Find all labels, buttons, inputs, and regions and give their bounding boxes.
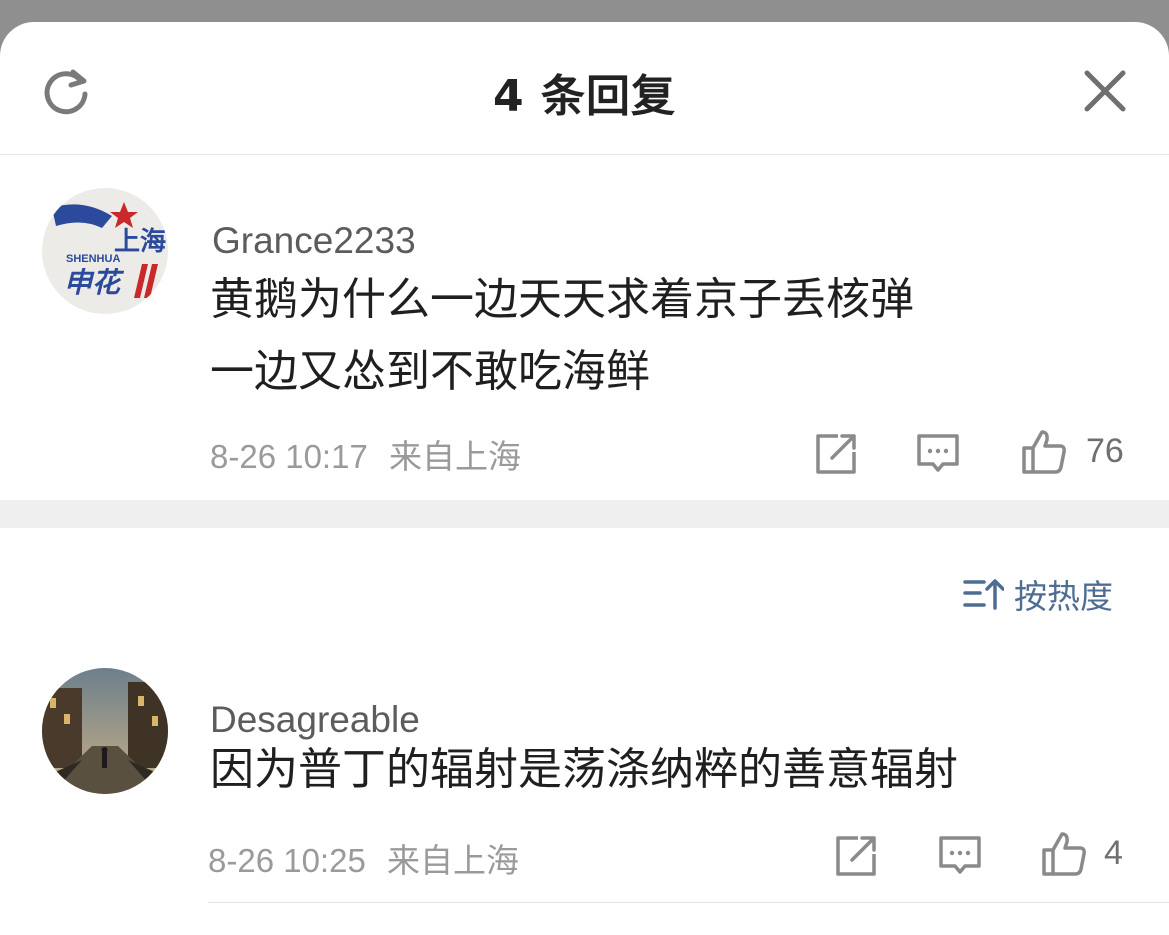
like-count: 76 [1086,432,1124,470]
svg-text:SHENHUA: SHENHUA [66,253,120,265]
reply-share-icon[interactable] [834,834,878,878]
reply-location: 来自上海 [386,842,519,879]
reply-timestamp: 8-26 10:25 [208,842,366,879]
svg-text:上海: 上海 [114,227,166,257]
sort-by-hot-button[interactable]: 按热度 [962,572,1113,616]
sort-icon [963,579,1004,610]
comment-meta: 8-26 10:17 来自上海 [210,430,521,478]
sort-label: 按热度 [1014,577,1113,616]
thumbs-up-icon[interactable] [1020,428,1068,476]
svg-text:申花: 申花 [64,266,125,299]
reply-comment-icon[interactable] [938,834,982,878]
reply-thumbs-up-icon[interactable] [1040,830,1088,878]
comment-text-line-2: 一边又怂到不敢吃海鲜 [210,346,650,397]
section-divider [0,500,1169,528]
avatar[interactable]: 上海 SHENHUA 申花 [42,188,168,314]
close-icon[interactable] [1082,68,1128,114]
comment-location: 来自上海 [388,438,521,475]
list-divider [208,902,1169,903]
reply-like-count: 4 [1104,834,1123,872]
reply-text: 因为普丁的辐射是荡涤纳粹的善意辐射 [210,744,958,795]
comment-text-line-1: 黄鹅为什么一边天天求着京子丢核弹 [210,274,914,325]
replies-sheet: 4 条回复 上海 SHENHUA 申花 Grance2233 黄鹅为什么一边天天… [0,22,1169,935]
share-icon[interactable] [814,432,858,476]
comment-username[interactable]: Grance2233 [212,220,416,262]
page-title: 4 条回复 [493,71,676,122]
reply-meta: 8-26 10:25 来自上海 [208,834,519,882]
reply-avatar[interactable] [42,668,168,794]
comment-timestamp: 8-26 10:17 [210,438,368,475]
sheet-header: 4 条回复 [0,22,1169,155]
comment-icon[interactable] [916,432,960,476]
